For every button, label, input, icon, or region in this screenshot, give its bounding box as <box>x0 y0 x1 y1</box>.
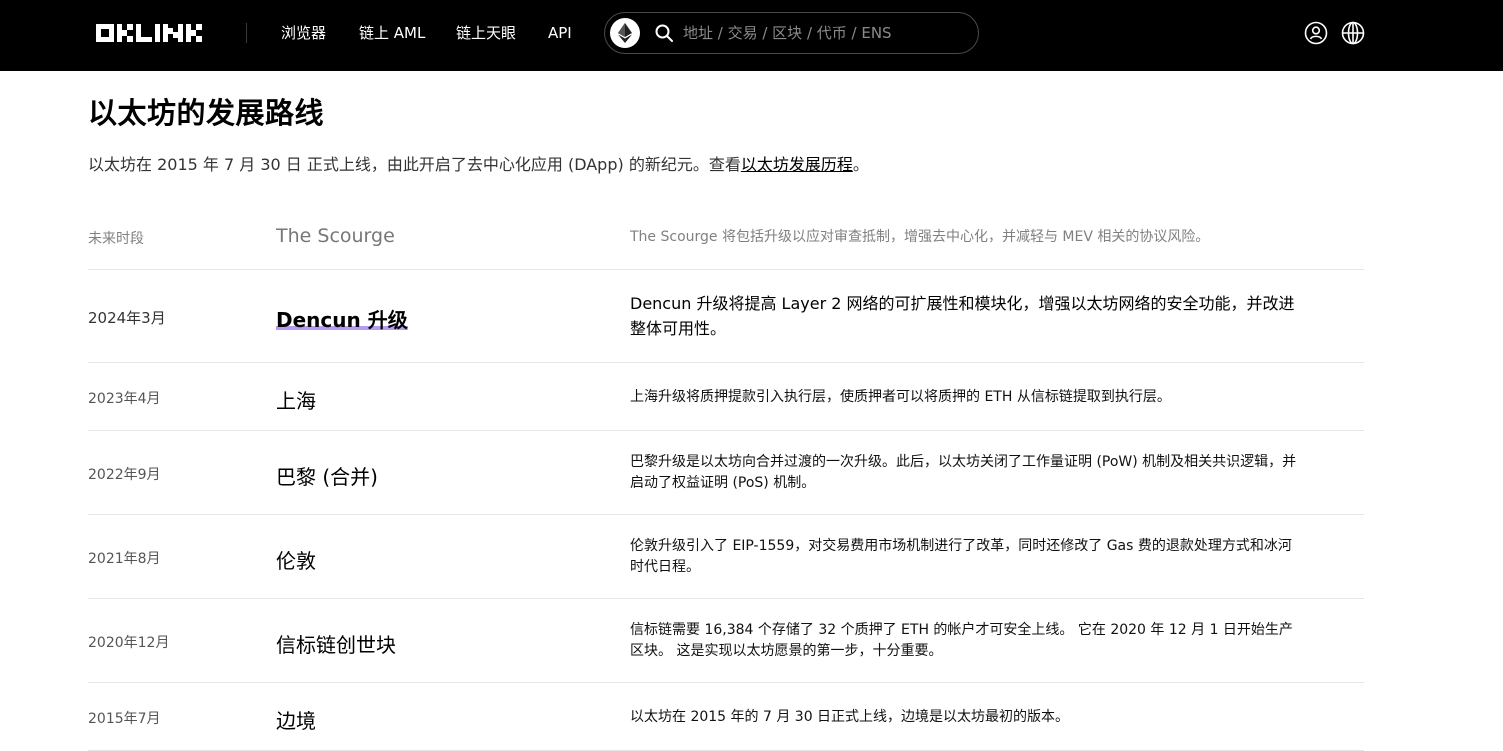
search-icon <box>655 24 673 46</box>
nav-api[interactable]: API <box>548 23 572 43</box>
history-link[interactable]: 以太坊发展历程 <box>741 155 853 174</box>
nav-onchain-skyeye[interactable]: 链上天眼 <box>456 23 516 43</box>
timeline-row: 2021年8月 伦敦 伦敦升级引入了 EIP-1559，对交易费用市场机制进行了… <box>88 515 1364 599</box>
timeline-name[interactable]: Dencun 升级 <box>276 304 408 333</box>
timeline-row: 2015年7月 边境 以太坊在 2015 年的 7 月 30 日正式上线，边境是… <box>88 683 1364 751</box>
timeline-name: 伦敦 <box>276 549 316 573</box>
page-title: 以太坊的发展路线 <box>88 96 325 130</box>
timeline-desc: 伦敦升级引入了 EIP-1559，对交易费用市场机制进行了改革，同时还修改了 G… <box>630 538 1292 575</box>
timeline-date: 2020年12月 <box>88 635 170 651</box>
globe-icon[interactable] <box>1341 21 1365 45</box>
timeline-name: 巴黎 (合并) <box>276 465 378 489</box>
ethereum-icon[interactable] <box>610 18 640 48</box>
nav-divider <box>246 23 247 43</box>
timeline-row: 2022年9月 巴黎 (合并) 巴黎升级是以太坊向合并过渡的一次升级。此后，以太… <box>88 431 1364 515</box>
timeline-date: 2015年7月 <box>88 711 161 727</box>
user-icon[interactable] <box>1304 21 1328 45</box>
search-bar <box>604 12 979 54</box>
timeline-desc: 巴黎升级是以太坊向合并过渡的一次升级。此后，以太坊关闭了工作量证明 (PoW) … <box>630 454 1297 491</box>
timeline-date: 2021年8月 <box>88 551 161 567</box>
timeline-name: 边境 <box>276 709 316 733</box>
timeline-desc: 以太坊在 2015 年的 7 月 30 日正式上线，边境是以太坊最初的版本。 <box>630 709 1070 725</box>
timeline-date: 未来时段 <box>88 231 144 247</box>
timeline-row: 2024年3月 Dencun 升级 Dencun 升级将提高 Layer 2 网… <box>88 270 1364 363</box>
oklink-logo[interactable] <box>96 24 208 42</box>
timeline-name: The Scourge <box>276 225 395 247</box>
nav-browser[interactable]: 浏览器 <box>281 23 326 43</box>
intro-suffix: 。 <box>852 155 869 174</box>
timeline-desc: 信标链需要 16,384 个存储了 32 个质押了 ETH 的帐户才可安全上线。… <box>630 622 1293 659</box>
oklink-logo-mark <box>96 24 202 42</box>
timeline-date: 2023年4月 <box>88 391 161 407</box>
timeline-date: 2022年9月 <box>88 467 161 483</box>
timeline-row: 未来时段 The Scourge The Scourge 将包括升级以应对审查抵… <box>88 200 1364 270</box>
timeline-name: 信标链创世块 <box>276 633 396 657</box>
timeline-row: 2023年4月 上海 上海升级将质押提款引入执行层，使质押者可以将质押的 ETH… <box>88 363 1364 431</box>
top-navbar: 浏览器 链上 AML 链上天眼 API <box>0 0 1503 71</box>
intro-paragraph: 以太坊在 2015 年 7 月 30 日 正式上线，由此开启了去中心化应用 (D… <box>88 153 869 177</box>
timeline-row: 2020年12月 信标链创世块 信标链需要 16,384 个存储了 32 个质押… <box>88 599 1364 683</box>
timeline-desc: The Scourge 将包括升级以应对审查抵制，增强去中心化，并减轻与 MEV… <box>630 229 1210 245</box>
nav-onchain-aml[interactable]: 链上 AML <box>359 23 425 43</box>
intro-text: 以太坊在 2015 年 7 月 30 日 正式上线，由此开启了去中心化应用 (D… <box>88 155 741 174</box>
timeline-name: 上海 <box>276 389 316 413</box>
timeline-desc: Dencun 升级将提高 Layer 2 网络的可扩展性和模块化，增强以太坊网络… <box>630 294 1295 338</box>
roadmap-timeline: 未来时段 The Scourge The Scourge 将包括升级以应对审查抵… <box>88 200 1364 751</box>
search-input[interactable] <box>683 19 963 47</box>
timeline-date: 2024年3月 <box>88 309 166 327</box>
timeline-desc: 上海升级将质押提款引入执行层，使质押者可以将质押的 ETH 从信标链提取到执行层… <box>630 389 1171 405</box>
